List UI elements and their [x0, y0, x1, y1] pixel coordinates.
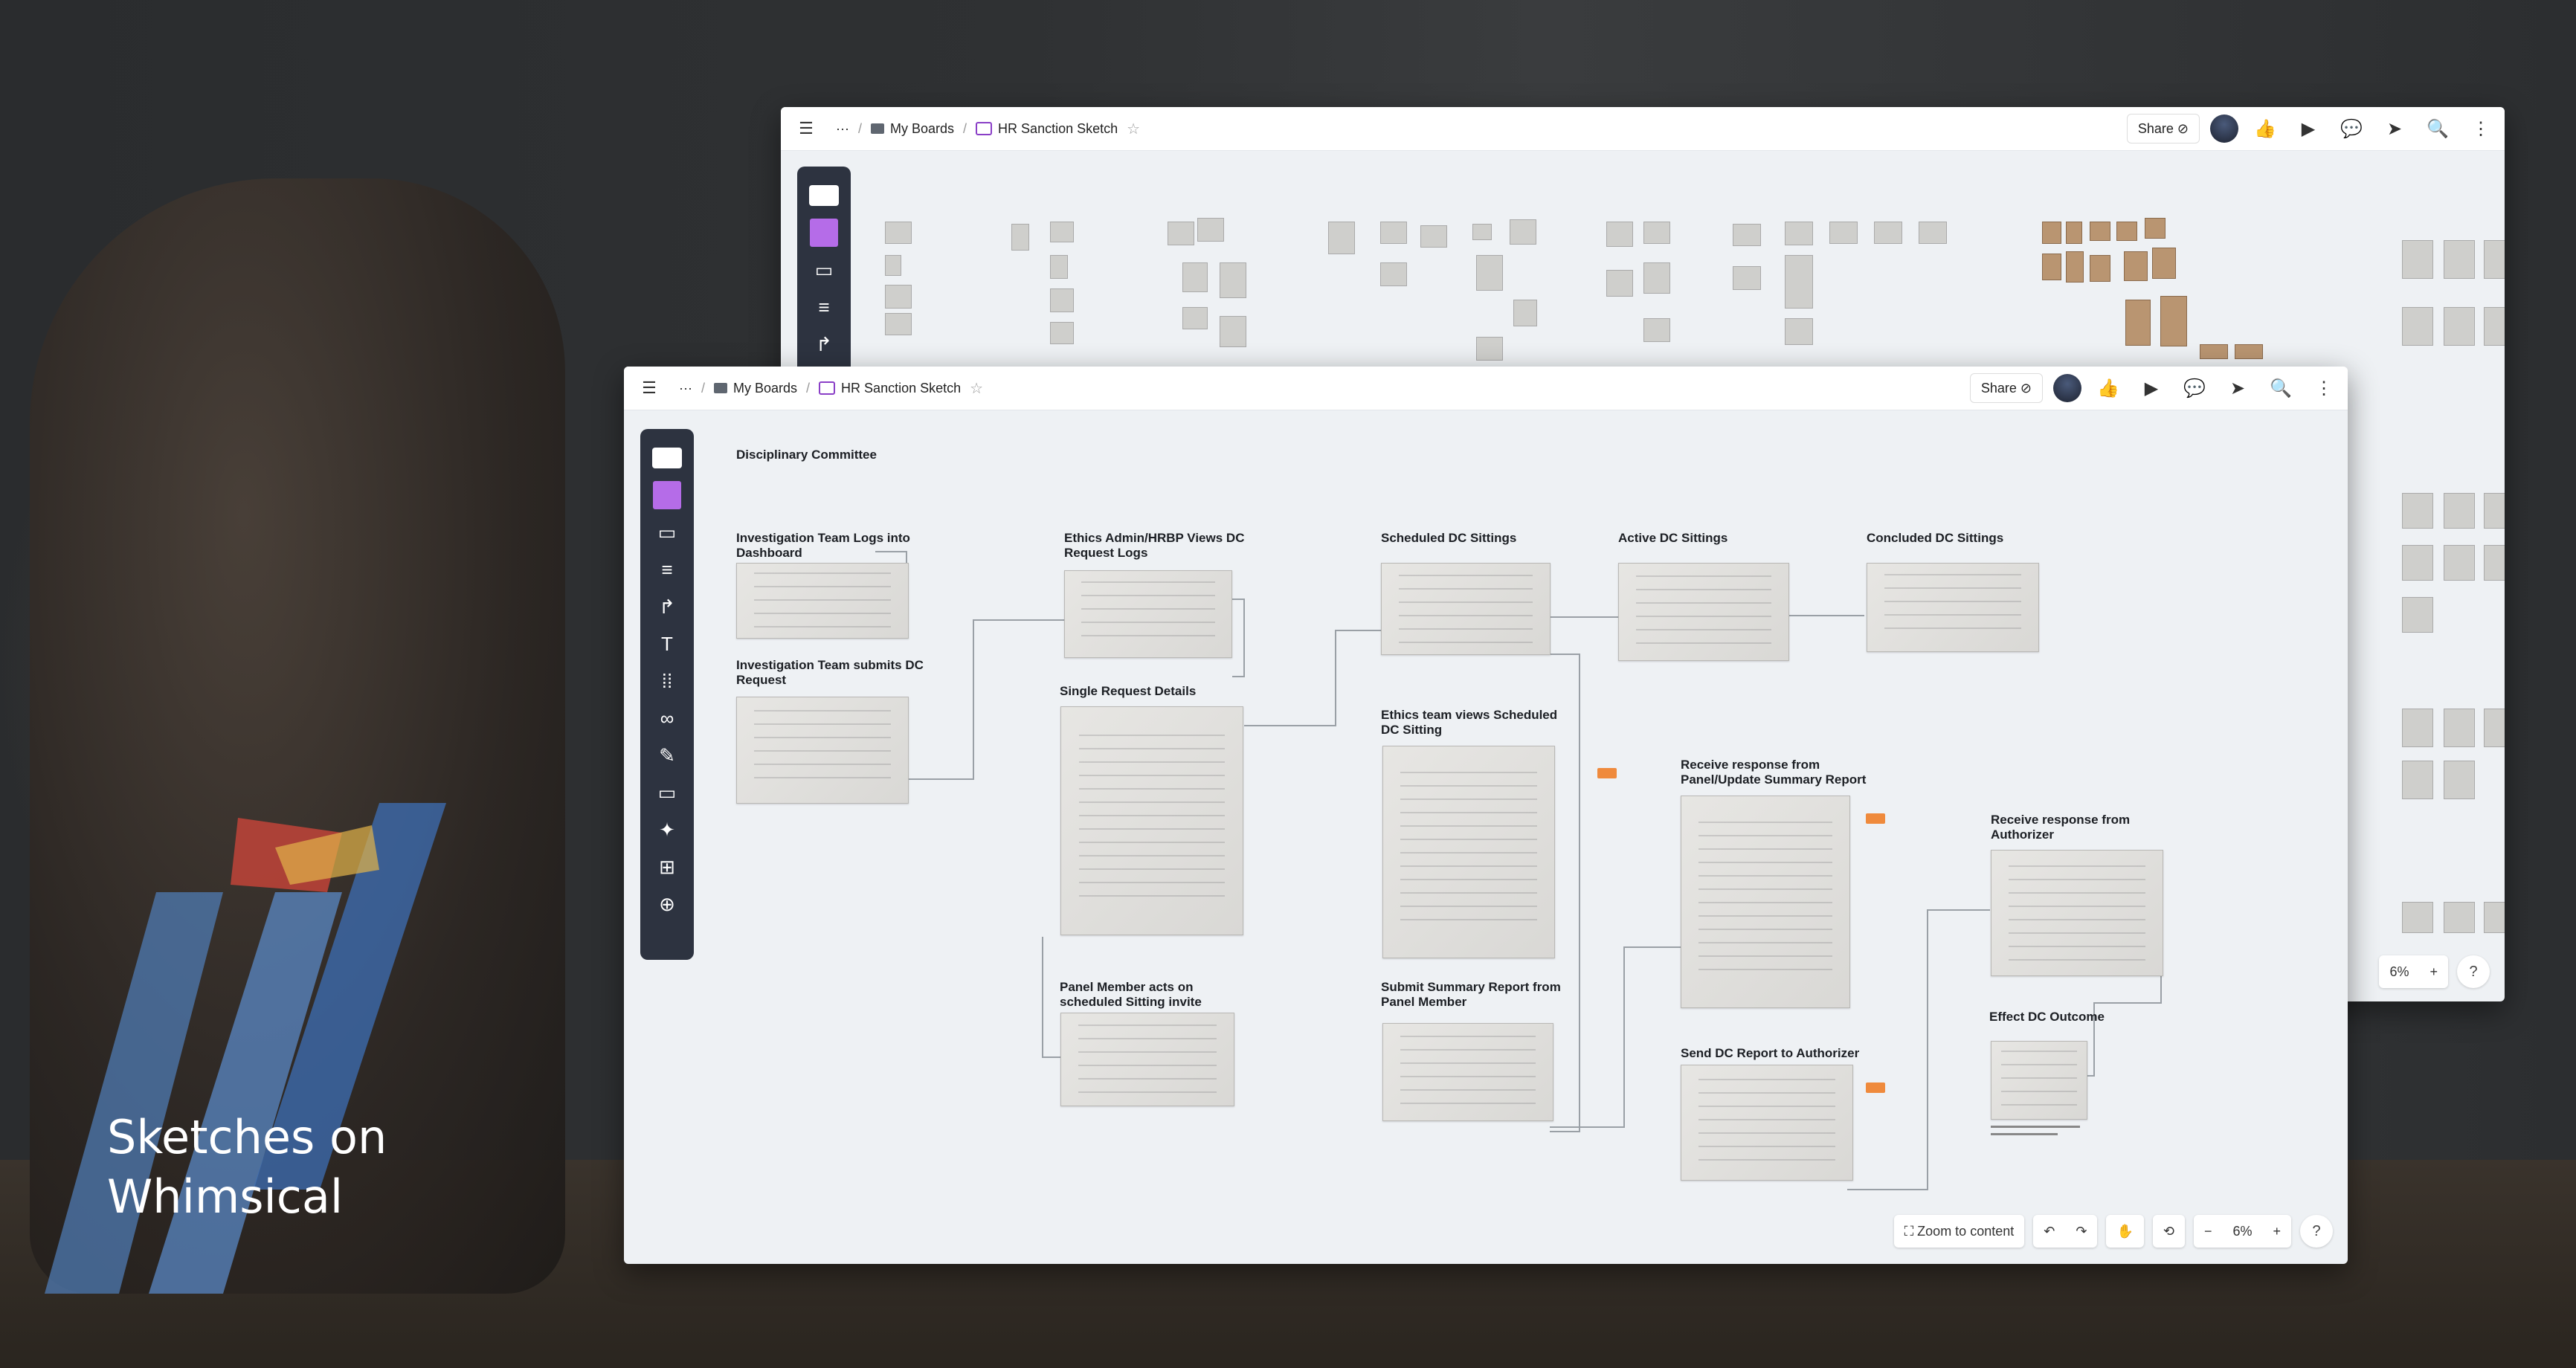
sketch-image[interactable]: [1618, 563, 1789, 661]
sketch-image[interactable]: [1867, 563, 2039, 652]
redo-button[interactable]: ↷: [2065, 1224, 2097, 1239]
sketch-image[interactable]: [1382, 746, 1555, 958]
back-bottom-bar: 6% + ?: [2379, 955, 2490, 988]
back-topbar: ☰ ··· / My Boards / HR Sanction Sketch ☆…: [781, 107, 2505, 151]
front-app-window: ☰ ··· / My Boards / HR Sanction Sketch ☆…: [624, 367, 2348, 1264]
back-help-button[interactable]: ?: [2457, 955, 2490, 988]
sketch-image[interactable]: [736, 563, 909, 639]
sketch-image[interactable]: [1064, 570, 1232, 658]
zoom-level: 6%: [2232, 1223, 2253, 1239]
breadcrumb-my-boards[interactable]: My Boards: [733, 381, 797, 396]
back-zoom-in-button[interactable]: +: [2419, 964, 2448, 980]
board-icon: [819, 381, 836, 395]
comment-icon[interactable]: 💬: [2178, 373, 2211, 403]
menu-icon[interactable]: ☰: [791, 114, 821, 143]
sketch-image[interactable]: [1681, 1065, 1853, 1181]
star-icon[interactable]: ☆: [1127, 120, 1140, 138]
front-topbar-actions: Share ⊘ 👍 ▶ 💬 ➤ 🔍 ⋮: [1969, 373, 2340, 403]
folder-icon: [871, 123, 884, 134]
front-bottom-bar: ⛶ Zoom to content ↶ ↷ ✋ ⟲ − 6% + ?: [1893, 1215, 2333, 1248]
search-icon[interactable]: 🔍: [2264, 373, 2297, 403]
section-title: Active DC Sittings: [1618, 531, 1728, 545]
folder-icon: [714, 383, 727, 393]
sketch-image[interactable]: [1991, 850, 2163, 976]
sketch-image[interactable]: [1060, 706, 1243, 935]
thumbs-up-icon[interactable]: 👍: [2092, 373, 2125, 403]
section-title: Receive response from Authorizer: [1991, 813, 2131, 842]
front-breadcrumb: ··· / My Boards / HR Sanction Sketch ☆: [679, 379, 984, 398]
sketch-image[interactable]: [1060, 1013, 1234, 1106]
present-icon[interactable]: ▶: [2292, 114, 2325, 143]
section-title: Scheduled DC Sittings: [1381, 531, 1517, 545]
sketch-image[interactable]: [1382, 1023, 1553, 1121]
zoom-in-button[interactable]: +: [2262, 1224, 2291, 1239]
hero-heading: Sketches on Whimsical: [107, 1108, 387, 1227]
more-icon[interactable]: ⋮: [2308, 373, 2340, 403]
section-title: Ethics Admin/HRBP Views DC Request Logs: [1064, 531, 1245, 560]
section-title: Single Request Details: [1060, 684, 1197, 698]
sketch-image[interactable]: [1991, 1041, 2087, 1120]
section-title: Investigation Team Logs into Dashboard: [736, 531, 910, 560]
status-tag: [1866, 813, 1885, 824]
back-zoom-group: 6% +: [2379, 955, 2448, 988]
menu-icon[interactable]: ☰: [634, 373, 664, 403]
help-button[interactable]: ?: [2300, 1215, 2333, 1248]
history-button[interactable]: ⟲: [2152, 1215, 2185, 1248]
section-title: Receive response from Panel/Update Summa…: [1681, 758, 1867, 787]
thumbs-up-icon[interactable]: 👍: [2249, 114, 2282, 143]
brand-logo-mark: [45, 803, 446, 1294]
section-title: Investigation Team submits DC Request: [736, 658, 924, 687]
avatar[interactable]: [2053, 374, 2081, 402]
front-canvas[interactable]: Disciplinary Committee Investigation Tea…: [624, 410, 2348, 1264]
undo-button[interactable]: ↶: [2033, 1224, 2065, 1239]
comment-icon[interactable]: 💬: [2335, 114, 2368, 143]
back-topbar-actions: Share ⊘ 👍 ▶ 💬 ➤ 🔍 ⋮: [2126, 114, 2497, 143]
zoom-group: − 6% +: [2193, 1215, 2291, 1248]
more-breadcrumb-button[interactable]: ···: [679, 381, 692, 396]
back-zoom-level: 6%: [2389, 964, 2409, 979]
board-icon: [976, 122, 993, 135]
front-topbar: ☰ ··· / My Boards / HR Sanction Sketch ☆…: [624, 367, 2348, 410]
more-icon[interactable]: ⋮: [2464, 114, 2497, 143]
breadcrumb-board-title[interactable]: HR Sanction Sketch: [998, 121, 1118, 137]
zoom-to-content-button[interactable]: ⛶ Zoom to content: [1893, 1215, 2025, 1248]
hand-tool-button[interactable]: ✋: [2106, 1215, 2144, 1248]
zoom-out-button[interactable]: −: [2194, 1224, 2223, 1239]
breadcrumb-my-boards[interactable]: My Boards: [890, 121, 954, 137]
status-tag: [1597, 768, 1617, 778]
send-icon[interactable]: ➤: [2378, 114, 2411, 143]
share-button[interactable]: Share ⊘: [1969, 373, 2043, 403]
avatar[interactable]: [2210, 114, 2238, 143]
more-breadcrumb-button[interactable]: ···: [836, 121, 849, 137]
section-title: Effect DC Outcome: [1989, 1010, 2105, 1024]
section-title: Submit Summary Report from Panel Member: [1381, 980, 1561, 1009]
back-breadcrumb: ··· / My Boards / HR Sanction Sketch ☆: [836, 120, 1141, 138]
star-icon[interactable]: ☆: [970, 379, 983, 398]
breadcrumb-board-title[interactable]: HR Sanction Sketch: [841, 381, 961, 396]
section-title: Panel Member acts on scheduled Sitting i…: [1060, 980, 1202, 1009]
status-tag: [1866, 1083, 1885, 1093]
search-icon[interactable]: 🔍: [2421, 114, 2454, 143]
hero-line-1: Sketches on: [107, 1110, 387, 1164]
send-icon[interactable]: ➤: [2221, 373, 2254, 403]
sketch-image[interactable]: [736, 697, 909, 804]
undo-redo-group: ↶ ↷: [2033, 1215, 2098, 1248]
section-title: Ethics team views Scheduled DC Sitting: [1381, 708, 1558, 737]
section-title: Send DC Report to Authorizer: [1681, 1046, 1860, 1060]
hero-line-2: Whimsical: [107, 1169, 344, 1224]
sketch-image[interactable]: [1681, 796, 1850, 1008]
section-title: Concluded DC Sittings: [1867, 531, 2004, 545]
share-button[interactable]: Share ⊘: [2126, 114, 2200, 143]
sketch-image[interactable]: [1381, 563, 1551, 655]
present-icon[interactable]: ▶: [2135, 373, 2168, 403]
canvas-title: Disciplinary Committee: [736, 448, 877, 462]
